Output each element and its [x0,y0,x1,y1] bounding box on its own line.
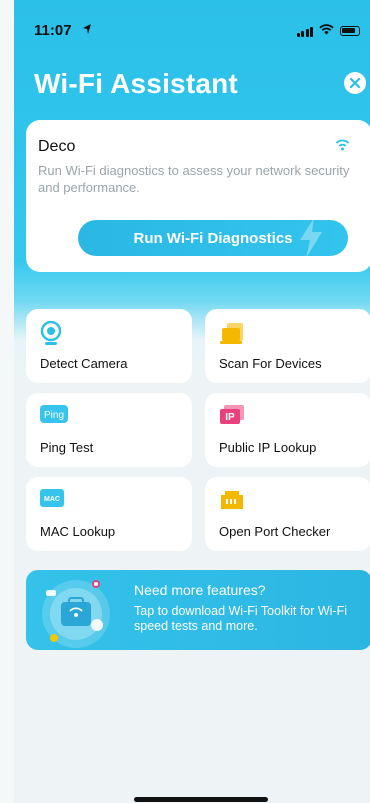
signal-icon [296,26,313,37]
tool-label: Public IP Lookup [219,440,317,455]
toolkit-illustration-icon [42,580,110,648]
network-card: Deco Run Wi-Fi diagnostics to assess you… [26,120,370,272]
app-screen: 11:07 Wi-Fi Assistant Deco Run Wi-Fi dia… [14,0,370,803]
devices-icon [219,321,247,352]
close-button[interactable] [344,72,366,94]
close-icon [350,78,360,88]
svg-text:Ping: Ping [44,410,64,421]
tool-scan-devices[interactable]: Scan For Devices [205,309,370,383]
ip-icon: IP [219,405,245,432]
tool-label: Scan For Devices [219,356,322,371]
status-time: 11:07 [34,22,72,39]
screen-edge [0,0,14,803]
battery-icon [340,26,360,36]
lightning-icon [300,220,322,256]
tool-label: MAC Lookup [40,524,116,539]
tool-ping-test[interactable]: Ping Ping Test [26,393,192,467]
tool-label: Open Port Checker [219,524,331,539]
ping-icon: Ping [40,405,68,430]
camera-icon [40,320,62,352]
status-bar: 11:07 [14,0,370,44]
wifi-icon [335,138,350,156]
location-arrow-icon [82,22,92,40]
network-name: Deco [38,138,76,155]
tool-open-port[interactable]: Open Port Checker [205,477,370,551]
status-icons [296,22,360,40]
page-title: Wi-Fi Assistant [34,68,238,99]
promo-banner[interactable]: Need more features? Tap to download Wi-F… [26,570,370,650]
promo-title: Need more features? [134,582,266,598]
svg-text:MAC: MAC [44,496,60,503]
mac-icon: MAC [40,489,66,514]
svg-text:IP: IP [225,412,235,423]
tool-label: Detect Camera [40,356,128,371]
port-icon [219,489,245,516]
promo-body: Tap to download Wi-Fi Toolkit for Wi-Fi … [134,604,348,633]
network-description: Run Wi-Fi diagnostics to assess your net… [38,163,350,195]
run-diagnostics-label: Run Wi-Fi Diagnostics [133,229,293,247]
tool-mac-lookup[interactable]: MAC MAC Lookup [26,477,192,551]
wifi-status-icon [319,22,334,40]
run-diagnostics-button[interactable]: Run Wi-Fi Diagnostics [78,220,348,256]
home-indicator[interactable] [134,797,268,802]
tool-label: Ping Test [40,440,94,455]
tool-detect-camera[interactable]: Detect Camera [26,309,192,383]
tool-public-ip[interactable]: IP Public IP Lookup [205,393,370,467]
